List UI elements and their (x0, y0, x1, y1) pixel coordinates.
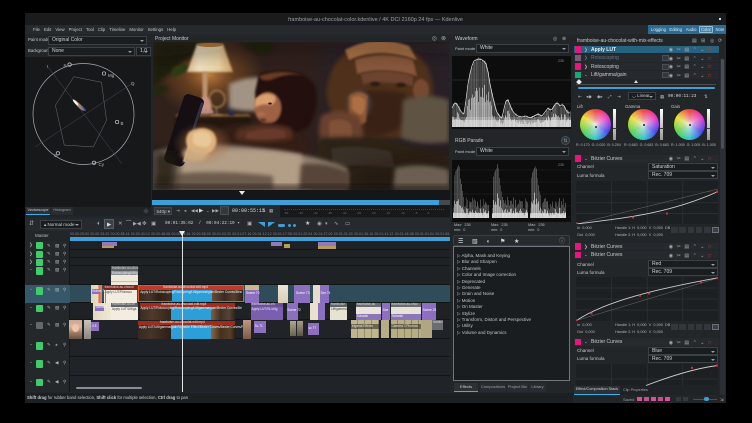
svg-text:Mg: Mg (108, 73, 115, 78)
svg-text:235: 235 (558, 59, 564, 63)
svg-text:B: B (121, 121, 124, 126)
svg-text:235: 235 (558, 163, 564, 167)
svg-text:I: I (47, 64, 48, 69)
svg-text:Cy: Cy (99, 162, 105, 167)
svg-text:G: G (54, 153, 58, 158)
svg-text:Q: Q (131, 81, 135, 86)
